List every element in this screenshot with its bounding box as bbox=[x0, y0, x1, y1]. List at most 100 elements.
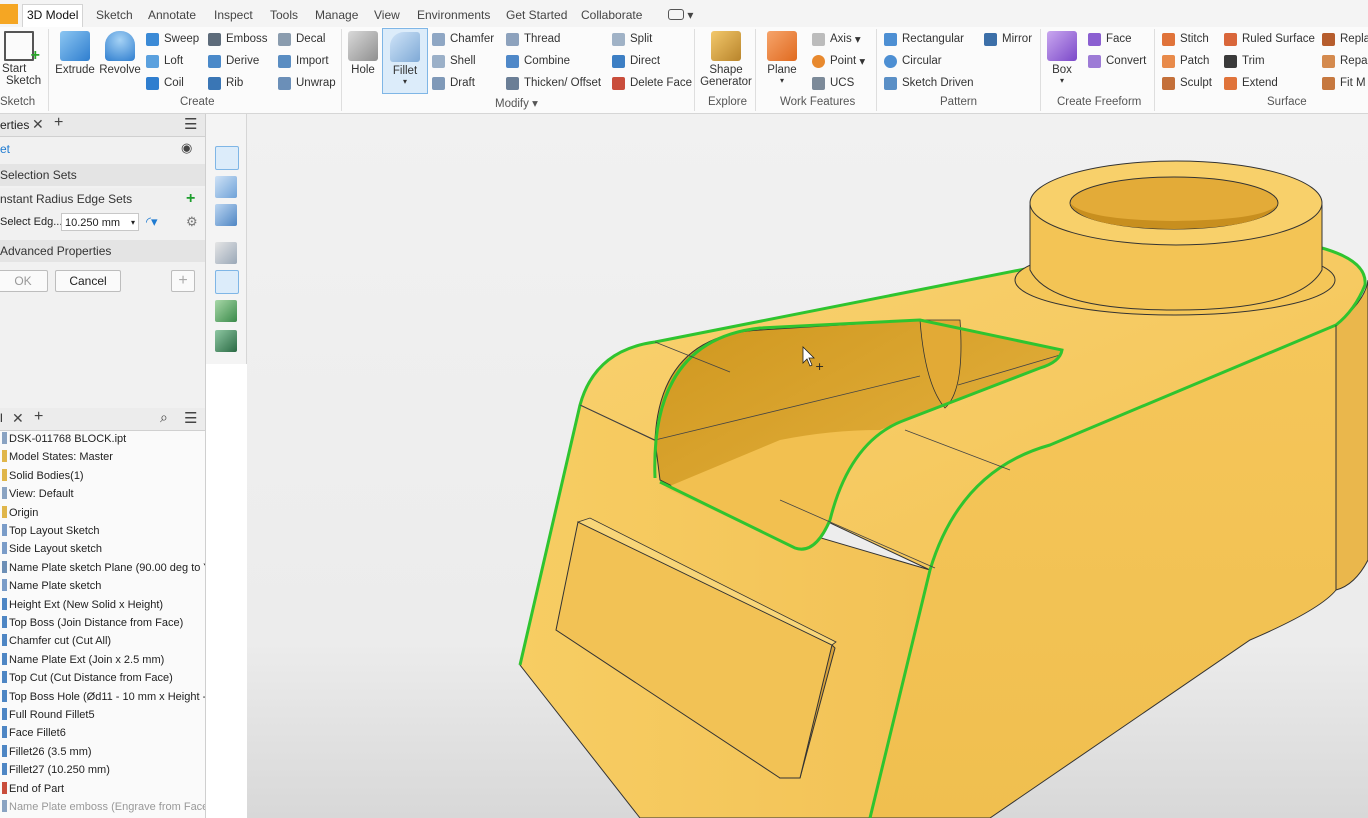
import-button[interactable]: Import bbox=[278, 52, 329, 70]
browser-tree-item[interactable]: Top Cut (Cut Distance from Face) bbox=[2, 669, 173, 687]
close-icon[interactable]: ✕ bbox=[32, 116, 44, 133]
delete-face-button[interactable]: Delete Face bbox=[612, 74, 692, 92]
sweep-button[interactable]: Sweep bbox=[146, 30, 199, 48]
add-tab-icon[interactable]: + bbox=[54, 114, 63, 132]
loft-button[interactable]: Loft bbox=[146, 52, 183, 70]
emboss-button[interactable]: Emboss bbox=[208, 30, 268, 48]
shell-button[interactable]: Shell bbox=[432, 52, 476, 70]
browser-tree-item[interactable]: Model States: Master bbox=[2, 448, 113, 466]
fillet-button[interactable]: Fillet ▾ bbox=[382, 28, 428, 94]
box-dropdown-icon[interactable]: ▾ bbox=[1044, 76, 1080, 85]
sculpt-button[interactable]: Sculpt bbox=[1162, 74, 1212, 92]
feature-name[interactable]: et bbox=[0, 142, 10, 156]
browser-tree-item[interactable]: Height Ext (New Solid x Height) bbox=[2, 596, 163, 614]
browser-tree-item[interactable]: Top Layout Sketch bbox=[2, 522, 100, 540]
draft-button[interactable]: Draft bbox=[432, 74, 475, 92]
add-tab-icon[interactable]: + bbox=[34, 408, 43, 426]
edge-fillet-icon[interactable] bbox=[215, 146, 239, 170]
derive-button[interactable]: Derive bbox=[208, 52, 259, 70]
browser-tree-item[interactable]: Origin bbox=[2, 504, 38, 522]
browser-tree-item[interactable]: Face Fillet6 bbox=[2, 724, 66, 742]
browser-tree-item[interactable]: Fillet27 (10.250 mm) bbox=[2, 761, 110, 779]
tab-manage[interactable]: Manage bbox=[311, 5, 362, 25]
right-end-face[interactable] bbox=[1335, 279, 1368, 591]
trim-button[interactable]: Trim bbox=[1224, 52, 1265, 70]
browser-tree-item[interactable]: Top Boss Hole (Ød11 - 10 mm x Height - 2… bbox=[2, 688, 205, 706]
variable-fillet-icon[interactable] bbox=[215, 176, 237, 198]
tab-get-started[interactable]: Get Started bbox=[502, 5, 571, 25]
browser-tree-item[interactable]: Name Plate emboss (Engrave from Face x 0 bbox=[2, 798, 205, 816]
chamfer-button[interactable]: Chamfer bbox=[432, 30, 494, 48]
tab-3d-model[interactable]: 3D Model bbox=[22, 4, 84, 28]
repair-bodies-button[interactable]: Repai bbox=[1322, 52, 1368, 70]
browser-tree-item[interactable]: Full Round Fillet5 bbox=[2, 706, 95, 724]
browser-tree-item[interactable]: Name Plate sketch bbox=[2, 577, 101, 595]
browser-tree-item[interactable]: DSK-011768 BLOCK.ipt bbox=[2, 430, 126, 448]
fillet-dropdown-icon[interactable]: ▾ bbox=[383, 77, 427, 86]
face-button[interactable]: Face bbox=[1088, 30, 1132, 48]
ribbon-display-options-icon[interactable]: ▾ bbox=[664, 5, 697, 25]
search-icon[interactable]: ⌕ bbox=[160, 409, 168, 426]
tab-view[interactable]: View bbox=[370, 5, 404, 25]
tab-collaborate[interactable]: Collaborate bbox=[577, 5, 646, 25]
mirror-button[interactable]: Mirror bbox=[984, 30, 1032, 48]
extend-button[interactable]: Extend bbox=[1224, 74, 1278, 92]
cancel-button[interactable]: Cancel bbox=[55, 270, 121, 292]
browser-tab[interactable]: l bbox=[0, 411, 3, 425]
properties-tab-title[interactable]: erties bbox=[0, 118, 29, 132]
shape-generator-button[interactable]: Shape Generator bbox=[698, 31, 754, 88]
advanced-properties-section[interactable]: Advanced Properties bbox=[0, 240, 205, 262]
tab-inspect[interactable]: Inspect bbox=[210, 5, 257, 25]
axis-button[interactable]: Axis ▾ bbox=[812, 30, 861, 48]
application-menu-button[interactable] bbox=[0, 4, 18, 24]
revolve-button[interactable]: Revolve bbox=[99, 31, 141, 76]
extrude-button[interactable]: Extrude bbox=[54, 31, 96, 76]
ucs-button[interactable]: UCS bbox=[812, 74, 854, 92]
browser-tree-item[interactable]: Top Boss (Join Distance from Face) bbox=[2, 614, 183, 632]
select-edges-label[interactable]: Select Edg... bbox=[0, 216, 62, 228]
hole-button[interactable]: Hole bbox=[345, 31, 381, 76]
split-button[interactable]: Split bbox=[612, 30, 652, 48]
setback-fillet-icon[interactable] bbox=[215, 204, 237, 226]
fit-mesh-face-button[interactable]: Fit M bbox=[1322, 74, 1366, 92]
ok-button[interactable]: OK bbox=[0, 270, 48, 292]
add-edge-set-icon[interactable]: + bbox=[186, 188, 195, 210]
browser-tree-item[interactable]: Fillet26 (3.5 mm) bbox=[2, 743, 92, 761]
box-button[interactable]: Box ▾ bbox=[1044, 31, 1080, 85]
patch-button[interactable]: Patch bbox=[1162, 52, 1209, 70]
fillet-profile-icon[interactable]: ◜▾ bbox=[146, 214, 158, 230]
apply-plus-button[interactable]: + bbox=[171, 270, 195, 292]
convert-button[interactable]: Convert bbox=[1088, 52, 1146, 70]
rule-fillet-icon[interactable] bbox=[215, 300, 237, 322]
browser-tree-item[interactable]: End of Part bbox=[2, 780, 64, 798]
plane-button[interactable]: Plane ▾ bbox=[762, 31, 802, 85]
combine-button[interactable]: Combine bbox=[506, 52, 570, 70]
settings-gear-icon[interactable]: ⚙ bbox=[186, 214, 198, 230]
rectangular-pattern-button[interactable]: Rectangular bbox=[884, 30, 964, 48]
browser-tree-item[interactable]: Name Plate Ext (Join x 2.5 mm) bbox=[2, 651, 164, 669]
graphics-viewport[interactable]: + bbox=[247, 114, 1368, 818]
circular-pattern-button[interactable]: Circular bbox=[884, 52, 942, 70]
browser-tree-item[interactable]: Name Plate sketch Plane (90.00 deg to YZ… bbox=[2, 559, 205, 577]
menu-icon[interactable]: ☰ bbox=[184, 115, 197, 133]
thread-button[interactable]: Thread bbox=[506, 30, 560, 48]
full-round-fillet-icon[interactable] bbox=[215, 270, 239, 294]
coil-button[interactable]: Coil bbox=[146, 74, 184, 92]
browser-tree-item[interactable]: Solid Bodies(1) bbox=[2, 467, 84, 485]
selection-sets-section[interactable]: Selection Sets bbox=[0, 164, 205, 186]
menu-icon[interactable]: ☰ bbox=[184, 409, 197, 427]
part-model[interactable]: + bbox=[247, 114, 1368, 818]
stitch-button[interactable]: Stitch bbox=[1162, 30, 1209, 48]
eye-icon[interactable]: ◉ bbox=[181, 140, 192, 156]
rib-button[interactable]: Rib bbox=[208, 74, 243, 92]
unwrap-button[interactable]: Unwrap bbox=[278, 74, 336, 92]
browser-tree-item[interactable]: Side Layout sketch bbox=[2, 540, 102, 558]
ruled-surface-button[interactable]: Ruled Surface bbox=[1224, 30, 1315, 48]
decal-button[interactable]: Decal bbox=[278, 30, 325, 48]
thicken-offset-button[interactable]: Thicken/ Offset bbox=[506, 74, 601, 92]
radius-dropdown-icon[interactable]: ▾ bbox=[131, 214, 135, 232]
tab-tools[interactable]: Tools bbox=[266, 5, 302, 25]
replace-face-button[interactable]: Repla bbox=[1322, 30, 1368, 48]
direct-button[interactable]: Direct bbox=[612, 52, 660, 70]
group-label-modify[interactable]: Modify ▾ bbox=[495, 96, 538, 110]
